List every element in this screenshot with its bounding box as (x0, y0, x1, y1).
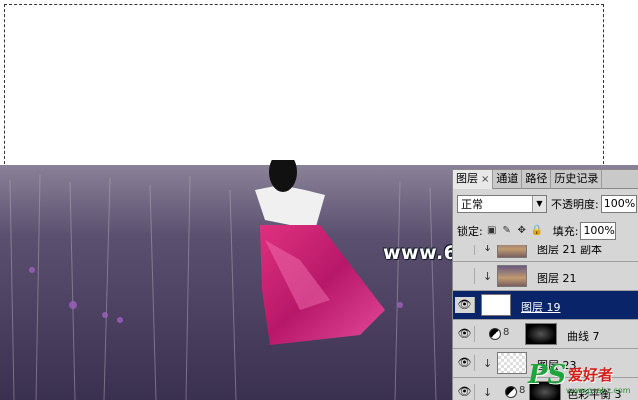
blend-row: 正常 ▼ 不透明度: 100% (457, 194, 638, 214)
fill-field[interactable]: 100% (580, 222, 617, 240)
tab-history-label: 历史记录 (554, 172, 599, 185)
logo-title: 爱好者 (568, 366, 614, 384)
tab-paths[interactable]: 路径 (522, 170, 552, 189)
blend-mode-select[interactable]: 正常 ▼ (457, 195, 547, 213)
logo-mark: PS (528, 360, 567, 390)
lock-row: 锁定: ▣ ✎ ✥ 🔒 填充: 100% (457, 222, 638, 240)
eye-icon[interactable]: 👁 (455, 355, 475, 371)
fill-label: 填充: (552, 225, 579, 238)
layer-row[interactable]: 👁 8 曲线 7 (453, 320, 638, 349)
lock-label: 锁定: (457, 225, 483, 238)
close-icon[interactable]: × (481, 174, 489, 185)
layer-thumbnail (497, 265, 527, 287)
clip-icon: ↓ (483, 270, 493, 283)
panel-tabs: 图层 × 通道 路径 历史记录 (453, 170, 638, 189)
move-icon[interactable]: ✥ (516, 225, 528, 237)
clip-icon: ↓ (483, 386, 493, 399)
layer-row[interactable]: ↓ 图层 21 副本 (453, 245, 638, 262)
logo-url: www.psahz.com (566, 386, 631, 395)
site-logo: PS 爱好者 www.psahz.com (528, 360, 638, 400)
layer-name: 图层 21 (537, 272, 577, 285)
layer-row[interactable]: ↓ 图层 21 (453, 262, 638, 291)
opacity-field[interactable]: 100% (600, 195, 637, 213)
clip-icon: ↓ (483, 357, 493, 370)
layer-thumbnail (497, 352, 527, 374)
brush-icon[interactable]: ✎ (501, 225, 513, 237)
layer-thumbnail (481, 294, 511, 316)
eye-icon[interactable]: 👁 (455, 384, 475, 400)
link-icon[interactable]: 8 (503, 327, 509, 338)
adjustment-icon (505, 386, 517, 398)
tab-paths-label: 路径 (525, 172, 548, 185)
layer-name: 曲线 7 (567, 330, 600, 343)
lock-transparent-icon[interactable]: ▣ (486, 225, 498, 237)
eye-icon[interactable] (455, 245, 475, 255)
eye-icon[interactable]: 👁 (455, 297, 475, 313)
clip-icon: ↓ (483, 245, 493, 254)
sky-area (0, 0, 638, 165)
layer-name: 图层 19 (521, 301, 561, 314)
layer-mask-thumbnail (525, 323, 557, 345)
adjustment-icon (489, 328, 501, 340)
eye-icon[interactable]: 👁 (455, 326, 475, 342)
eye-icon[interactable] (455, 268, 475, 284)
layer-row-selected[interactable]: 👁 图层 19 (453, 291, 638, 320)
layer-name: 图层 21 副本 (537, 245, 602, 256)
layer-thumbnail (497, 245, 527, 258)
link-icon[interactable]: 8 (519, 385, 525, 396)
lock-icon[interactable]: 🔒 (531, 225, 543, 237)
opacity-label: 不透明度: (551, 198, 599, 211)
tab-channels[interactable]: 通道 (493, 170, 523, 189)
tab-layers-label: 图层 (456, 172, 478, 185)
blend-mode-value: 正常 (461, 198, 483, 211)
tab-history[interactable]: 历史记录 (551, 170, 603, 189)
chevron-down-icon[interactable]: ▼ (532, 196, 546, 212)
tab-layers[interactable]: 图层 × (453, 170, 494, 189)
tab-channels-label: 通道 (496, 172, 519, 185)
